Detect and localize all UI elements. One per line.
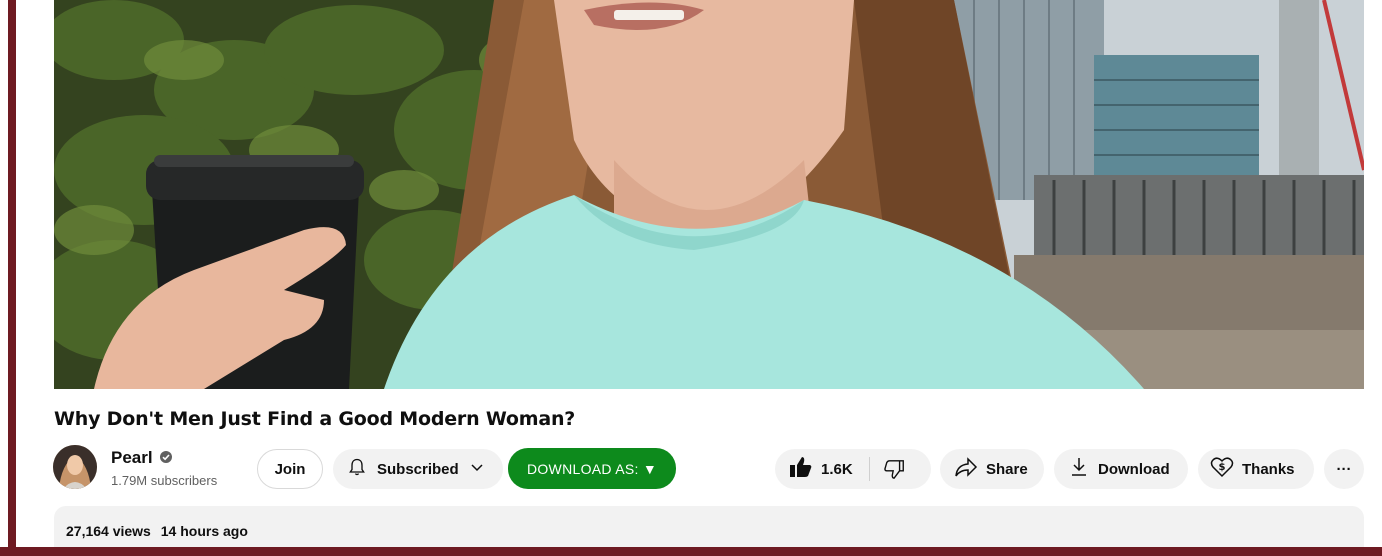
share-label: Share [986, 460, 1028, 478]
video-player[interactable] [54, 0, 1364, 389]
download-button[interactable]: Download [1054, 449, 1188, 489]
bell-icon [347, 457, 367, 481]
avatar-image [53, 445, 97, 489]
chevron-down-icon [469, 459, 485, 479]
svg-text:$: $ [1219, 462, 1226, 473]
thanks-button[interactable]: $ Thanks [1198, 449, 1314, 489]
view-count: 27,164 views [66, 523, 151, 539]
share-button[interactable]: Share [940, 449, 1044, 489]
posted-time: 14 hours ago [160, 523, 248, 539]
thanks-label: Thanks [1242, 460, 1295, 478]
like-dislike-group[interactable]: 1.6K [775, 449, 931, 489]
like-divider [868, 457, 870, 481]
video-frame-image [54, 0, 1364, 389]
subscriber-count: 1.79M subscribers [111, 473, 218, 488]
subscribed-button[interactable]: Subscribed [333, 449, 503, 489]
verified-check-icon [160, 451, 172, 463]
join-label: Join [274, 460, 306, 478]
channel-name[interactable]: Pearl [111, 448, 153, 468]
join-button[interactable]: Join [257, 449, 323, 489]
download-label: Download [1098, 460, 1170, 478]
like-count: 1.6K [821, 460, 853, 478]
left-border-bar [8, 0, 16, 556]
share-arrow-icon [954, 457, 978, 481]
thumbs-down-icon[interactable] [883, 458, 906, 480]
description-box[interactable]: 27,164 views 14 hours ago [54, 506, 1364, 547]
channel-avatar[interactable] [53, 445, 97, 489]
download-arrow-icon [1070, 457, 1088, 481]
thumbs-up-icon[interactable] [789, 456, 813, 482]
heart-dollar-icon: $ [1210, 456, 1234, 482]
bottom-border-bar [0, 547, 1382, 556]
download-as-button[interactable]: DOWNLOAD AS: ▼ [508, 448, 676, 489]
subscribed-label: Subscribed [377, 460, 459, 478]
download-as-label: DOWNLOAD AS: ▼ [526, 460, 658, 477]
video-meta: 27,164 views 14 hours ago [66, 523, 248, 539]
more-dots-icon: ··· [1336, 460, 1352, 478]
more-actions-button[interactable]: ··· [1324, 449, 1364, 489]
video-title: Why Don't Men Just Find a Good Modern Wo… [54, 408, 576, 430]
